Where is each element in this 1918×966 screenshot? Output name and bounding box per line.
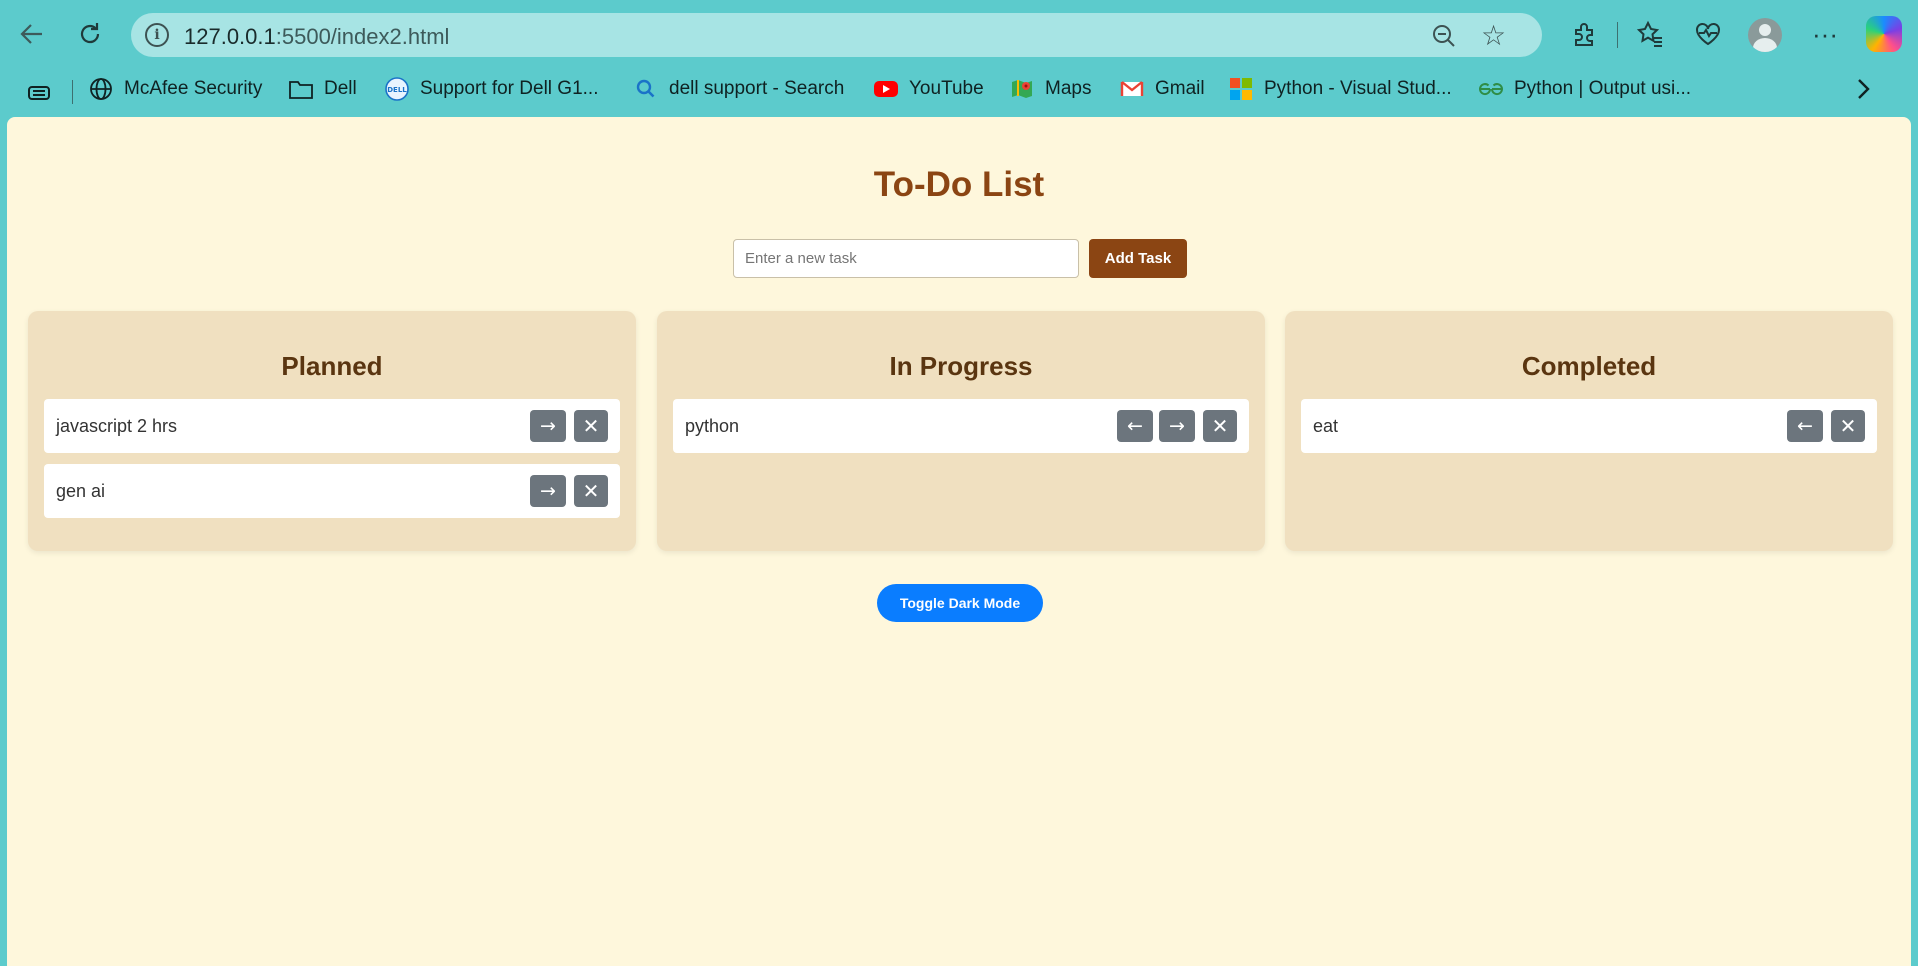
bookmark-dell[interactable]: Dell — [288, 74, 357, 104]
task-item: gen ai → ✕ — [44, 464, 620, 518]
browser-toolbar: i 127.0.0.1:5500/index2.html ☆ ··· — [0, 0, 1918, 68]
page-viewport: To-Do List Add Task Planned javascript 2… — [7, 117, 1911, 966]
bookmark-maps[interactable]: Maps — [1009, 74, 1091, 104]
bookmark-label: Python | Output usi... — [1514, 78, 1692, 99]
geeksforgeeks-icon — [1478, 76, 1504, 102]
add-task-button[interactable]: Add Task — [1089, 239, 1187, 278]
url-host: 127.0.0.1 — [184, 24, 276, 49]
new-task-input[interactable] — [733, 239, 1079, 278]
toolbar-divider — [1617, 22, 1618, 48]
zoom-out-icon[interactable] — [1429, 21, 1459, 51]
move-left-button[interactable]: ← — [1787, 410, 1823, 442]
profile-avatar[interactable] — [1748, 18, 1782, 52]
youtube-icon — [873, 76, 899, 102]
page-title: To-Do List — [873, 165, 1045, 204]
bookmark-label: Support for Dell G1... — [420, 78, 599, 99]
move-right-button[interactable]: → — [530, 475, 566, 507]
task-text: javascript 2 hrs — [56, 416, 178, 436]
bookmark-dell-support[interactable]: DELL Support for Dell G1... — [384, 74, 598, 104]
extensions-icon[interactable] — [1564, 14, 1604, 54]
favorites-icon[interactable] — [1630, 14, 1670, 54]
bookmark-python-output[interactable]: Python | Output usi... — [1478, 74, 1691, 104]
bookmark-gmail[interactable]: Gmail — [1119, 74, 1205, 104]
bookmarks-divider — [72, 80, 73, 104]
microsoft-icon — [1228, 76, 1254, 102]
task-item: python ← → ✕ — [673, 399, 1249, 453]
column-title: Completed — [1521, 351, 1657, 381]
delete-button[interactable]: ✕ — [574, 410, 608, 442]
delete-button[interactable]: ✕ — [1203, 410, 1237, 442]
globe-icon — [88, 76, 114, 102]
gmail-icon — [1119, 76, 1145, 102]
maps-icon — [1009, 76, 1035, 102]
delete-button[interactable]: ✕ — [574, 475, 608, 507]
column-completed: Completed eat ← ✕ — [1285, 311, 1893, 551]
address-bar[interactable]: i 127.0.0.1:5500/index2.html ☆ — [131, 13, 1542, 57]
browser-essentials-icon[interactable] — [1688, 14, 1728, 54]
search-icon — [633, 76, 659, 102]
bookmark-label: YouTube — [909, 78, 984, 99]
bookmark-youtube[interactable]: YouTube — [873, 74, 984, 104]
bookmark-python-vscode[interactable]: Python - Visual Stud... — [1228, 74, 1452, 104]
task-text: gen ai — [56, 481, 106, 501]
bookmark-dell-search[interactable]: dell support - Search — [633, 74, 844, 104]
reload-icon[interactable] — [70, 14, 110, 54]
chevron-right-icon[interactable] — [1852, 76, 1874, 109]
bookmark-label: Dell — [324, 78, 357, 99]
bookmark-label: McAfee Security — [124, 78, 263, 99]
site-info-icon[interactable]: i — [145, 23, 169, 47]
task-item: javascript 2 hrs → ✕ — [44, 399, 620, 453]
move-right-button[interactable]: → — [1159, 410, 1195, 442]
move-right-button[interactable]: → — [530, 410, 566, 442]
bookmark-mcafee[interactable]: McAfee Security — [88, 74, 262, 104]
move-left-button[interactable]: ← — [1117, 410, 1153, 442]
task-text: python — [685, 416, 740, 436]
svg-text:DELL: DELL — [387, 86, 407, 94]
bookmark-label: Maps — [1045, 78, 1092, 99]
folder-icon — [288, 76, 314, 102]
dell-icon: DELL — [384, 76, 410, 102]
column-title: Planned — [281, 351, 383, 381]
more-options-icon[interactable]: ··· — [1805, 14, 1845, 54]
url-text[interactable]: 127.0.0.1:5500/index2.html — [184, 24, 449, 50]
favorite-star-icon[interactable]: ☆ — [1481, 19, 1506, 52]
column-in-progress: In Progress python ← → ✕ — [657, 311, 1265, 551]
bookmark-label: Gmail — [1155, 78, 1205, 99]
collections-icon[interactable] — [26, 78, 52, 108]
bookmark-label: Python - Visual Stud... — [1264, 78, 1452, 99]
back-icon[interactable] — [12, 14, 52, 54]
task-item: eat ← ✕ — [1301, 399, 1877, 453]
column-title: In Progress — [889, 351, 1033, 381]
column-planned: Planned javascript 2 hrs → ✕ gen ai → ✕ — [28, 311, 636, 551]
task-text: eat — [1313, 416, 1339, 436]
bookmark-label: dell support - Search — [669, 78, 845, 99]
delete-button[interactable]: ✕ — [1831, 410, 1865, 442]
url-path: :5500/index2.html — [275, 24, 450, 49]
copilot-icon[interactable] — [1866, 16, 1902, 52]
toggle-dark-mode-button[interactable]: Toggle Dark Mode — [877, 584, 1043, 622]
